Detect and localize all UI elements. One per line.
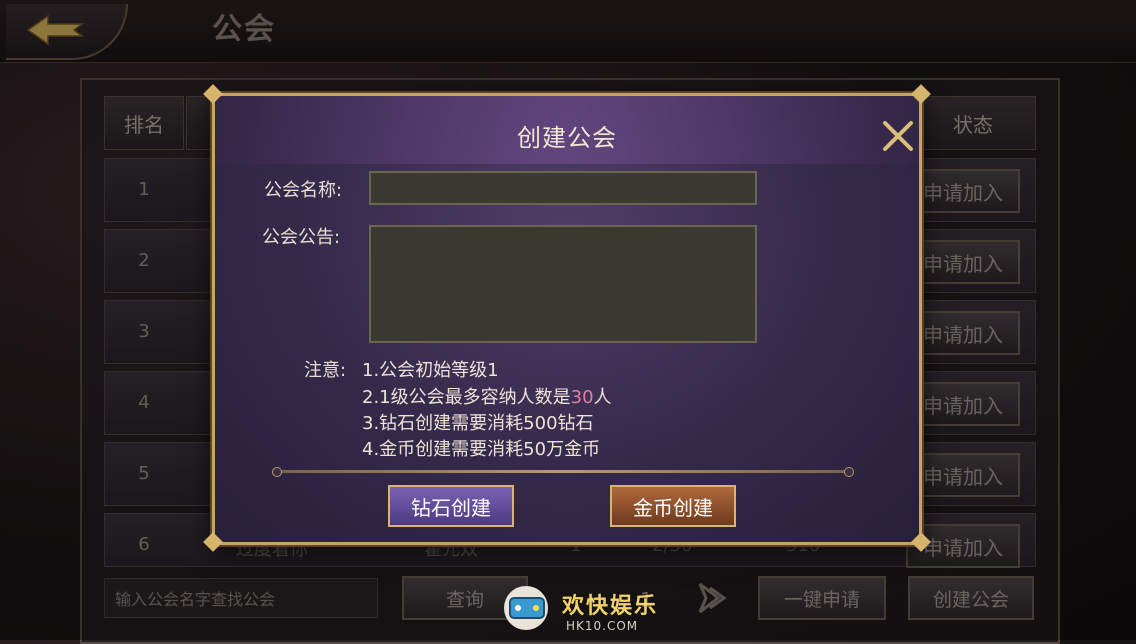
guild-notice-textarea[interactable]	[369, 225, 757, 343]
note-line-3: 3.钻石创建需要消耗500钻石	[362, 413, 594, 434]
gold-create-button[interactable]: 金币创建	[610, 485, 736, 527]
close-icon[interactable]	[880, 118, 916, 154]
max-members-value: 30	[570, 387, 594, 408]
note-line-4: 4.金币创建需要消耗50万金币	[362, 439, 601, 460]
note-line-2-suffix: 人	[593, 387, 612, 408]
diamond-create-button[interactable]: 钻石创建	[388, 485, 514, 527]
note-label: 注意:	[304, 360, 347, 381]
guild-name-label: 公会名称:	[264, 180, 343, 201]
divider	[276, 470, 850, 473]
watermark-subtext: HK10.COM	[566, 619, 639, 633]
dialog-title: 创建公会	[517, 124, 617, 152]
guild-name-input[interactable]	[369, 171, 757, 205]
note-line-2: 2.1级公会最多容纳人数是30人	[362, 383, 612, 409]
note-line-1: 1.公会初始等级1	[362, 360, 499, 381]
divider-end-ornament	[844, 467, 854, 477]
note-line-2-prefix: 2.1级公会最多容纳人数是	[362, 387, 571, 408]
divider-end-ornament	[272, 467, 282, 477]
guild-notice-label: 公会公告:	[262, 227, 341, 248]
watermark-text: 欢快娱乐	[562, 594, 659, 619]
